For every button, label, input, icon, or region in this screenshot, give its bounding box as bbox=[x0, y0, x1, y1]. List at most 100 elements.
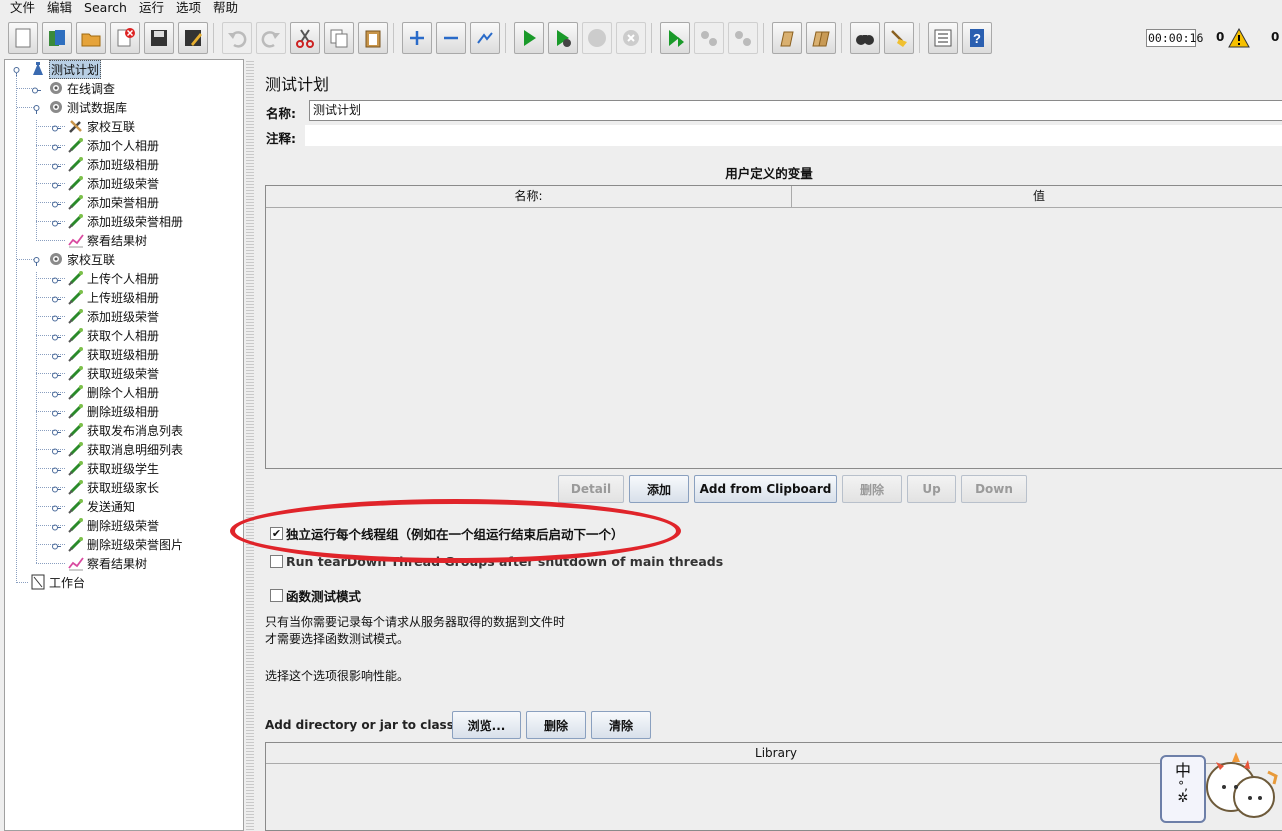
clear-classpath-button[interactable]: 清除 bbox=[591, 711, 651, 739]
col-value-header[interactable]: 值 bbox=[792, 186, 1282, 207]
reset-search-button[interactable] bbox=[884, 22, 914, 54]
tree-expand-handle[interactable] bbox=[52, 141, 61, 151]
library-header[interactable]: Library bbox=[266, 743, 1282, 764]
down-button[interactable]: Down bbox=[961, 475, 1027, 503]
tree-expand-handle[interactable] bbox=[52, 331, 61, 341]
menu-options[interactable]: 选项 bbox=[176, 1, 201, 15]
remote-start-button[interactable] bbox=[660, 22, 690, 54]
tree-node[interactable]: 家校互联 bbox=[47, 250, 115, 268]
tree-expand-handle[interactable] bbox=[52, 122, 61, 132]
teardown-checkbox[interactable] bbox=[270, 555, 283, 568]
tree-expand-handle[interactable] bbox=[52, 521, 61, 531]
tree-node[interactable]: 上传班级相册 bbox=[67, 288, 159, 306]
up-button[interactable]: Up bbox=[907, 475, 956, 503]
redo-button[interactable] bbox=[256, 22, 286, 54]
save-as-button[interactable] bbox=[178, 22, 208, 54]
tree-expand-handle[interactable] bbox=[52, 483, 61, 493]
tree-node[interactable]: 获取班级荣誉 bbox=[67, 364, 159, 382]
library-table[interactable]: Library bbox=[265, 742, 1282, 831]
shutdown-button[interactable] bbox=[616, 22, 646, 54]
tree-expand-handle[interactable] bbox=[52, 179, 61, 189]
help-button[interactable]: ? bbox=[962, 22, 992, 54]
col-name-header[interactable]: 名称: bbox=[266, 186, 792, 207]
menu-run[interactable]: 运行 bbox=[139, 1, 164, 15]
tree-node[interactable]: 在线调查 bbox=[47, 79, 115, 97]
tree-node[interactable]: 发送通知 bbox=[67, 497, 135, 515]
tree-expand-handle[interactable] bbox=[32, 255, 41, 266]
tree-node[interactable]: 添加荣誉相册 bbox=[67, 193, 159, 211]
undo-button[interactable] bbox=[222, 22, 252, 54]
tree-expand-handle[interactable] bbox=[52, 198, 61, 208]
split-divider[interactable] bbox=[246, 59, 254, 831]
menu-edit[interactable]: 编辑 bbox=[47, 1, 72, 15]
functional-mode-checkbox[interactable] bbox=[270, 589, 283, 602]
tree-node[interactable]: 删除个人相册 bbox=[67, 383, 159, 401]
browse-button[interactable]: 浏览... bbox=[452, 711, 521, 739]
name-field[interactable]: 测试计划 bbox=[309, 100, 1282, 121]
tree-expand-handle[interactable] bbox=[52, 312, 61, 322]
add-from-clipboard-button[interactable]: Add from Clipboard bbox=[694, 475, 837, 503]
test-plan-tree[interactable]: 测试计划 在线调查 测试数据库 家校互联 添加个人相册 添加班级相册 添加班级荣誉 添加荣誉相… bbox=[4, 59, 244, 831]
menu-search[interactable]: Search bbox=[84, 1, 127, 15]
clear-button[interactable] bbox=[772, 22, 802, 54]
tree-node[interactable]: 添加班级荣誉相册 bbox=[67, 212, 183, 230]
tree-expand-handle[interactable] bbox=[32, 84, 41, 94]
tree-node[interactable]: 添加班级荣誉 bbox=[67, 174, 159, 192]
tree-expand-handle[interactable] bbox=[52, 540, 61, 550]
tree-expand-handle[interactable] bbox=[52, 502, 61, 512]
tree-expand-handle[interactable] bbox=[52, 407, 61, 417]
menu-file[interactable]: 文件 bbox=[10, 1, 35, 15]
add-button[interactable]: 添加 bbox=[629, 475, 689, 503]
tree-node[interactable]: 获取班级家长 bbox=[67, 478, 159, 496]
tree-expand-handle[interactable] bbox=[52, 160, 61, 170]
tree-node[interactable]: 工作台 bbox=[29, 573, 85, 591]
user-vars-table[interactable]: 名称: 值 bbox=[265, 185, 1282, 469]
tree-node[interactable]: 察看结果树 bbox=[67, 554, 147, 572]
expand-button[interactable] bbox=[402, 22, 432, 54]
tree-expand-handle[interactable] bbox=[52, 426, 61, 436]
cut-button[interactable] bbox=[290, 22, 320, 54]
new-button[interactable] bbox=[8, 22, 38, 54]
tree-expand-handle[interactable] bbox=[52, 217, 61, 227]
tree-node[interactable]: 添加个人相册 bbox=[67, 136, 159, 154]
remote-stop-button[interactable] bbox=[694, 22, 724, 54]
tree-node[interactable]: 获取消息明细列表 bbox=[67, 440, 183, 458]
warning-icon[interactable] bbox=[1228, 27, 1250, 51]
remove-classpath-button[interactable]: 删除 bbox=[526, 711, 586, 739]
tree-node[interactable]: 添加班级荣誉 bbox=[67, 307, 159, 325]
tree-node[interactable]: 上传个人相册 bbox=[67, 269, 159, 287]
function-helper-button[interactable] bbox=[928, 22, 958, 54]
tree-expand-handle[interactable] bbox=[52, 369, 61, 379]
tree-expand-handle[interactable] bbox=[52, 274, 61, 284]
tree-node[interactable]: 删除班级荣誉图片 bbox=[67, 535, 183, 553]
functional-mode-option[interactable]: 函数测试模式 bbox=[270, 586, 361, 605]
tree-node[interactable]: 测试数据库 bbox=[47, 98, 127, 116]
detail-button[interactable]: Detail bbox=[558, 475, 624, 503]
tree-node[interactable]: 删除班级相册 bbox=[67, 402, 159, 420]
tree-expand-handle[interactable] bbox=[52, 293, 61, 303]
tree-node[interactable]: 获取班级相册 bbox=[67, 345, 159, 363]
tree-node[interactable]: 家校互联 bbox=[67, 117, 135, 135]
tree-node[interactable]: 获取班级学生 bbox=[67, 459, 159, 477]
tree-expand-handle[interactable] bbox=[52, 350, 61, 360]
tree-node[interactable]: 获取发布消息列表 bbox=[67, 421, 183, 439]
toggle-button[interactable] bbox=[470, 22, 500, 54]
paste-button[interactable] bbox=[358, 22, 388, 54]
close-button[interactable] bbox=[110, 22, 140, 54]
copy-button[interactable] bbox=[324, 22, 354, 54]
start-button[interactable] bbox=[514, 22, 544, 54]
tree-node[interactable]: 删除班级荣誉 bbox=[67, 516, 159, 534]
menu-help[interactable]: 帮助 bbox=[213, 1, 238, 15]
comment-field[interactable] bbox=[305, 125, 1282, 146]
delete-button[interactable]: 删除 bbox=[842, 475, 902, 503]
save-button[interactable] bbox=[144, 22, 174, 54]
tree-node[interactable]: 获取个人相册 bbox=[67, 326, 159, 344]
stop-button[interactable] bbox=[582, 22, 612, 54]
start-no-pauses-button[interactable] bbox=[548, 22, 578, 54]
tree-node[interactable]: 察看结果树 bbox=[67, 231, 147, 249]
open-button[interactable] bbox=[76, 22, 106, 54]
clear-all-button[interactable] bbox=[806, 22, 836, 54]
tree-expand-handle[interactable] bbox=[52, 464, 61, 474]
tree-expand-handle[interactable] bbox=[32, 103, 41, 114]
tree-expand-handle[interactable] bbox=[52, 388, 61, 398]
